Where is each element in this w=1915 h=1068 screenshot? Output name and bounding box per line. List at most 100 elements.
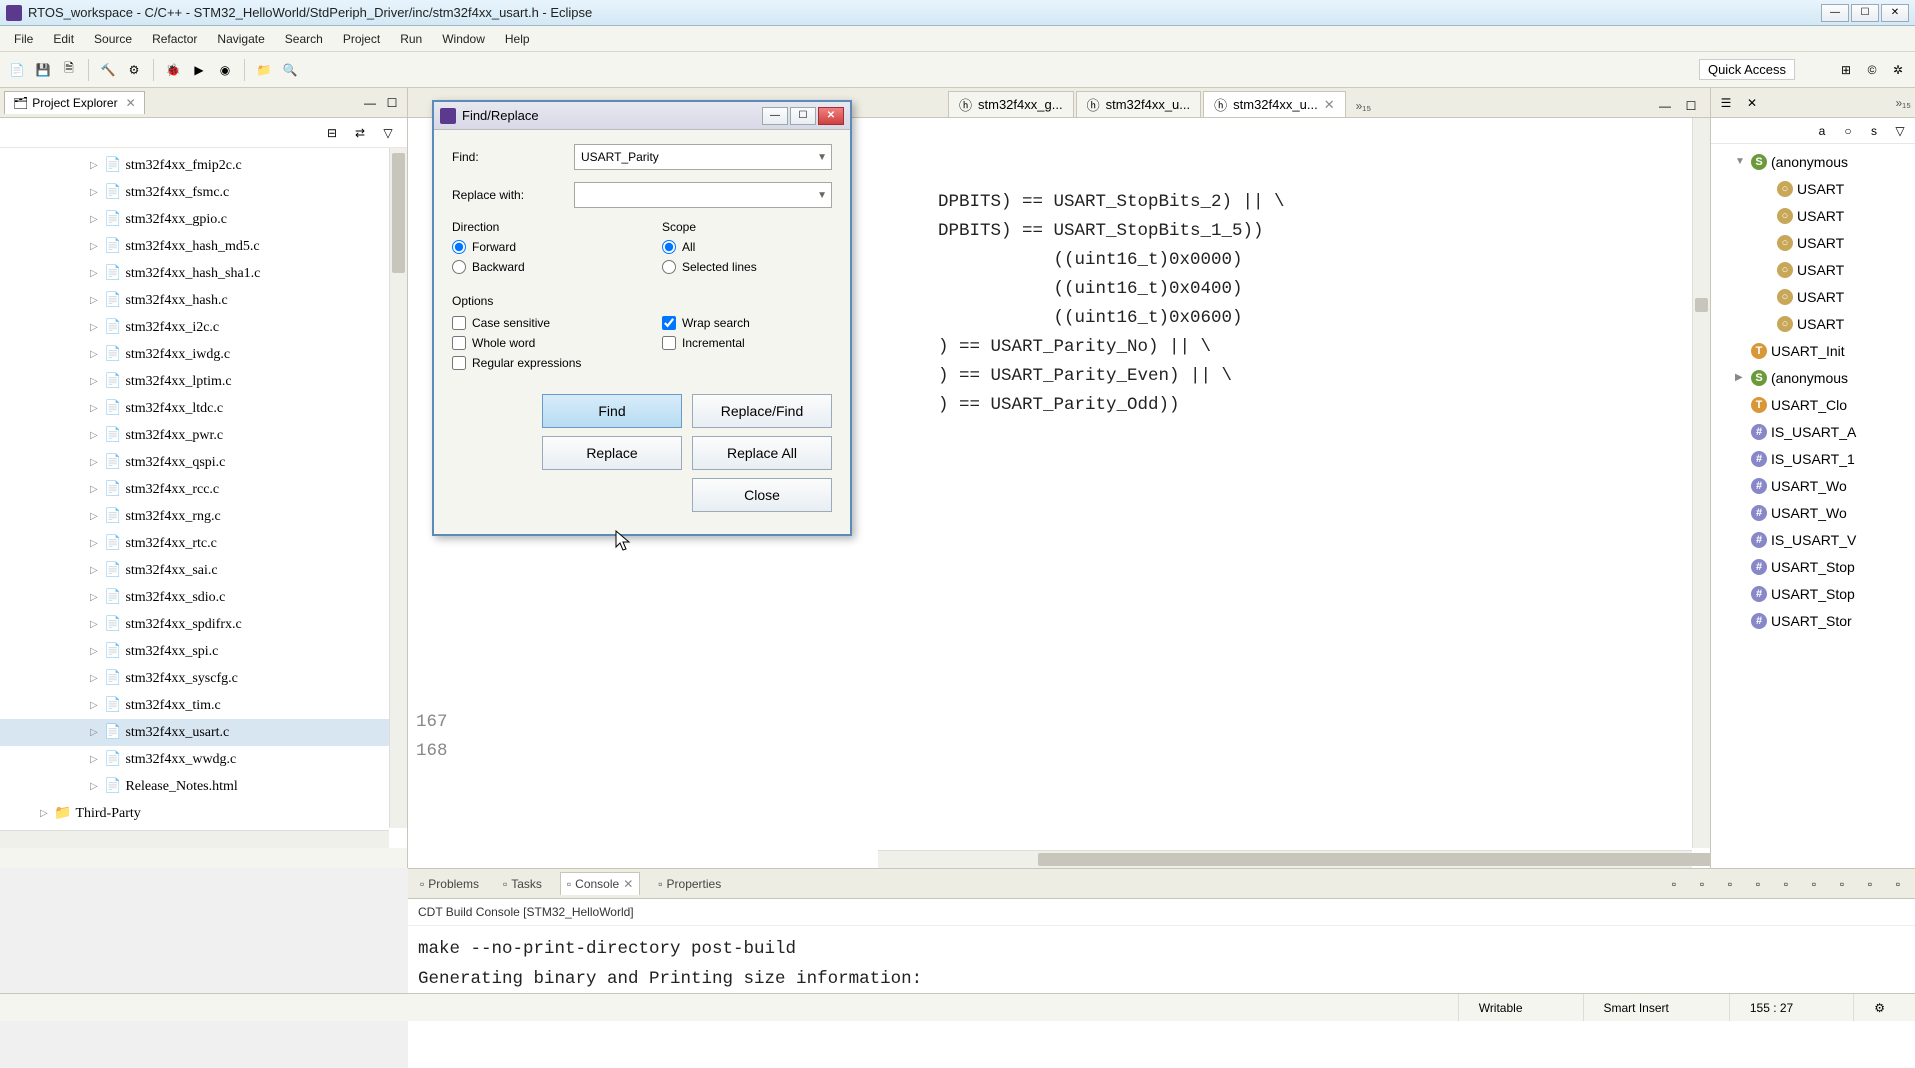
expand-arrow-icon[interactable]: ▶ [1735, 372, 1747, 383]
incremental-checkbox[interactable]: Incremental [662, 336, 832, 350]
outline-item[interactable]: ○USART [1711, 283, 1915, 310]
forward-radio[interactable]: Forward [452, 240, 622, 254]
file-item[interactable]: ▷📄stm32f4xx_i2c.c [0, 314, 407, 341]
expand-arrow-icon[interactable]: ▷ [90, 457, 100, 468]
menu-search[interactable]: Search [275, 28, 333, 50]
expand-arrow-icon[interactable]: ▷ [40, 808, 50, 819]
expand-arrow-icon[interactable]: ▷ [90, 538, 100, 549]
clear-icon[interactable]: ▫ [1747, 873, 1769, 895]
find-button[interactable]: Find [542, 394, 682, 428]
expand-arrow-icon[interactable]: ▷ [90, 295, 100, 306]
outline-view-icon[interactable]: ☰ [1715, 92, 1737, 114]
minimize-editor-button[interactable]: — [1654, 95, 1676, 117]
expand-arrow-icon[interactable]: ▷ [90, 673, 100, 684]
outline-item[interactable]: ○USART [1711, 256, 1915, 283]
save-all-button[interactable]: 🗎 [58, 59, 80, 81]
build-button[interactable]: 🔨 [97, 59, 119, 81]
file-item[interactable]: ▷📄stm32f4xx_qspi.c [0, 449, 407, 476]
open-type-button[interactable]: 📁 [253, 59, 275, 81]
menu-file[interactable]: File [4, 28, 43, 50]
close-tab-icon[interactable]: ✕ [126, 96, 136, 110]
file-item[interactable]: ▷📄stm32f4xx_rcc.c [0, 476, 407, 503]
regex-checkbox[interactable]: Regular expressions [452, 356, 622, 370]
link-editor-button[interactable]: ⇄ [349, 122, 371, 144]
expand-arrow-icon[interactable]: ▷ [90, 214, 100, 225]
expand-arrow-icon[interactable]: ▷ [90, 754, 100, 765]
backward-radio[interactable]: Backward [452, 260, 622, 274]
file-item[interactable]: ▷📄stm32f4xx_hash_sha1.c [0, 260, 407, 287]
close-tab-icon[interactable]: ✕ [623, 877, 633, 891]
file-item[interactable]: ▷📄stm32f4xx_rng.c [0, 503, 407, 530]
bottom-tab-tasks[interactable]: ▫Tasks [497, 873, 548, 895]
scope-selected-radio[interactable]: Selected lines [662, 260, 832, 274]
expand-arrow-icon[interactable]: ▷ [90, 268, 100, 279]
scope-all-radio[interactable]: All [662, 240, 832, 254]
outline-item[interactable]: #USART_Stor [1711, 607, 1915, 634]
outline-item[interactable]: #USART_Wo [1711, 499, 1915, 526]
outline-item[interactable]: #USART_Wo [1711, 472, 1915, 499]
expand-arrow-icon[interactable]: ▷ [90, 646, 100, 657]
search-button[interactable]: 🔍 [279, 59, 301, 81]
editor-vertical-scrollbar[interactable] [1692, 118, 1710, 848]
replace-button[interactable]: Replace [542, 436, 682, 470]
file-item[interactable]: ▷📄stm32f4xx_hash_md5.c [0, 233, 407, 260]
outline-item[interactable]: ○USART [1711, 310, 1915, 337]
expand-arrow-icon[interactable]: ▷ [90, 592, 100, 603]
debug-perspective-button[interactable]: ✲ [1887, 59, 1909, 81]
menu-run[interactable]: Run [390, 28, 432, 50]
whole-word-checkbox[interactable]: Whole word [452, 336, 622, 350]
open-perspective-button[interactable]: ⊞ [1835, 59, 1857, 81]
outline-item[interactable]: #IS_USART_A [1711, 418, 1915, 445]
expand-arrow-icon[interactable]: ▷ [90, 403, 100, 414]
maximize-view-button[interactable]: ☐ [381, 92, 403, 114]
close-window-button[interactable]: ✕ [1881, 4, 1909, 22]
expand-arrow-icon[interactable]: ▷ [90, 619, 100, 630]
outline-item[interactable]: #USART_Stop [1711, 580, 1915, 607]
save-button[interactable]: 💾 [32, 59, 54, 81]
bottom-tab-console[interactable]: ▫Console✕ [560, 872, 640, 895]
replace-find-button[interactable]: Replace/Find [692, 394, 832, 428]
expand-arrow-icon[interactable]: ▷ [90, 565, 100, 576]
profile-button[interactable]: ◉ [214, 59, 236, 81]
expand-arrow-icon[interactable]: ▷ [90, 187, 100, 198]
expand-arrow-icon[interactable]: ▷ [90, 349, 100, 360]
view-menu-arrow[interactable]: ▽ [1889, 120, 1911, 142]
outline-item[interactable]: ○USART [1711, 202, 1915, 229]
build-all-button[interactable]: ⚙ [123, 59, 145, 81]
max-icon[interactable]: ▫ [1887, 873, 1909, 895]
file-item[interactable]: ▷📄stm32f4xx_gpio.c [0, 206, 407, 233]
expand-arrow-icon[interactable]: ▷ [90, 727, 100, 738]
expand-arrow-icon[interactable]: ▷ [90, 160, 100, 171]
file-item[interactable]: ▷📄stm32f4xx_rtc.c [0, 530, 407, 557]
tree-vertical-scrollbar[interactable] [389, 148, 407, 828]
project-explorer-tab[interactable]: 🗂 Project Explorer ✕ [4, 91, 145, 114]
outline-item[interactable]: TUSART_Init [1711, 337, 1915, 364]
view-menu-button[interactable]: ▽ [377, 122, 399, 144]
minimize-button[interactable]: — [1821, 4, 1849, 22]
outline-item[interactable]: TUSART_Clo [1711, 391, 1915, 418]
wrap-search-checkbox[interactable]: Wrap search [662, 316, 832, 330]
file-item[interactable]: ▷📄stm32f4xx_wwdg.c [0, 746, 407, 773]
file-item[interactable]: ▷📄stm32f4xx_tim.c [0, 692, 407, 719]
menu-source[interactable]: Source [84, 28, 142, 50]
file-item[interactable]: ▷📄stm32f4xx_sdio.c [0, 584, 407, 611]
outline-item[interactable]: ▼S(anonymous [1711, 148, 1915, 175]
editor-tab[interactable]: ⓗstm32f4xx_u... [1076, 91, 1202, 117]
expand-arrow-icon[interactable]: ▷ [90, 781, 100, 792]
sort-button[interactable]: а [1811, 120, 1833, 142]
dialog-maximize-button[interactable]: ☐ [790, 107, 816, 125]
file-item[interactable]: ▷📄stm32f4xx_fsmc.c [0, 179, 407, 206]
menu-edit[interactable]: Edit [43, 28, 84, 50]
outline-item[interactable]: ▶S(anonymous [1711, 364, 1915, 391]
replace-input[interactable]: ▼ [574, 182, 832, 208]
expand-arrow-icon[interactable]: ▼ [1735, 156, 1747, 167]
outline-item[interactable]: #IS_USART_1 [1711, 445, 1915, 472]
remove-all-icon[interactable]: ▫ [1775, 873, 1797, 895]
outline-item[interactable]: ○USART [1711, 175, 1915, 202]
menu-refactor[interactable]: Refactor [142, 28, 207, 50]
file-item[interactable]: ▷📄stm32f4xx_hash.c [0, 287, 407, 314]
outline-close-icon[interactable]: ✕ [1741, 92, 1763, 114]
maximize-editor-button[interactable]: ☐ [1680, 95, 1702, 117]
tab-overflow-button[interactable]: »₁₅ [1348, 95, 1380, 117]
folder-item[interactable]: ▷📁Third-Party [0, 800, 407, 827]
